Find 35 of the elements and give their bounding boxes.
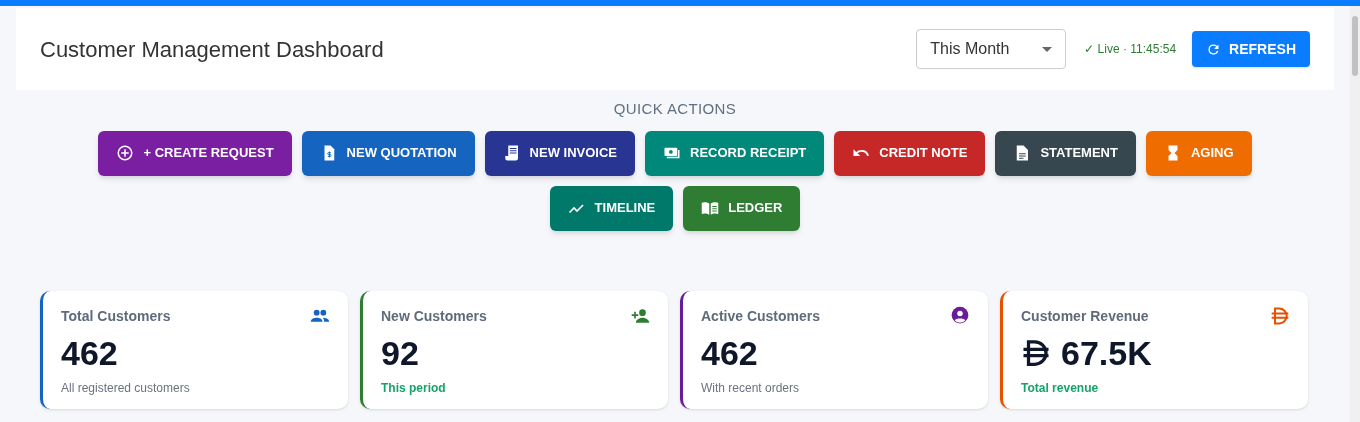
currency-icon xyxy=(1270,306,1290,326)
action-button[interactable]: RECORD RECEIPT xyxy=(645,130,825,176)
card-title: Active Customers xyxy=(701,306,821,326)
page-title: Customer Management Dashboard xyxy=(40,35,385,64)
refresh-button[interactable]: REFRESH xyxy=(1192,31,1310,67)
plus-circle-icon xyxy=(116,144,135,162)
action-button[interactable]: + CREATE REQUEST xyxy=(98,130,292,176)
add-person-icon xyxy=(630,306,650,326)
action-button[interactable]: NEW INVOICE xyxy=(484,130,635,176)
card-subtitle: With recent orders xyxy=(701,379,801,397)
person-circle-icon xyxy=(950,306,970,326)
card-value: 462 xyxy=(701,332,758,373)
book-icon xyxy=(701,199,720,217)
action-button[interactable]: LEDGER xyxy=(683,185,801,231)
action-button[interactable]: TIMELINE xyxy=(549,185,674,231)
card-title: New Customers xyxy=(381,306,487,326)
scrollbar[interactable] xyxy=(1350,6,1360,422)
card-value: 92 xyxy=(381,332,419,373)
card-subtitle: This period xyxy=(381,379,447,397)
period-dropdown[interactable]: This Month xyxy=(916,29,1067,69)
receipt-icon xyxy=(502,144,521,162)
action-button[interactable]: AGING xyxy=(1145,130,1252,176)
card-subtitle: Total revenue xyxy=(1021,379,1100,397)
card-title: Customer Revenue xyxy=(1021,306,1149,326)
action-button[interactable]: STATEMENT xyxy=(995,130,1136,176)
section-title: QUICK ACTIONS xyxy=(612,99,738,119)
card-title: Total Customers xyxy=(61,306,171,326)
card-value: 462 xyxy=(61,332,118,373)
action-button[interactable]: CREDIT NOTE xyxy=(834,130,986,176)
caret-icon xyxy=(1042,46,1053,52)
card-value: 67.5K xyxy=(1061,332,1152,373)
card-subtitle: All registered customers xyxy=(61,379,191,397)
refresh-icon xyxy=(1206,41,1222,57)
action-button[interactable]: NEW QUOTATION xyxy=(301,130,475,176)
live-status: ✓ Live · 11:45:54 xyxy=(1084,41,1177,58)
